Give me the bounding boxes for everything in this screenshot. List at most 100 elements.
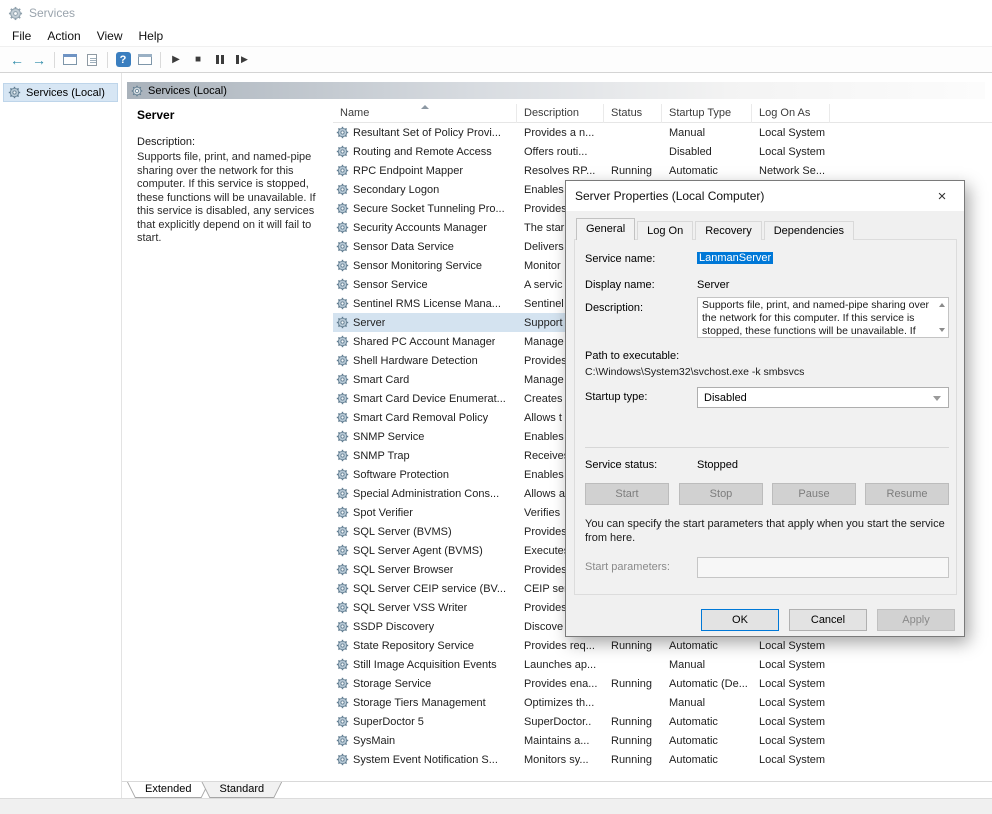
chevron-down-icon (933, 396, 941, 401)
pause-service-icon[interactable] (209, 49, 231, 70)
extended-description-pane: Server Description: Supports file, print… (127, 100, 333, 782)
service-startup-type: Manual (662, 123, 752, 142)
service-status: Running (604, 636, 662, 655)
service-status: Running (604, 712, 662, 731)
service-gear-icon (336, 316, 349, 329)
service-name: Sensor Monitoring Service (353, 260, 482, 272)
column-header-log-on-as[interactable]: Log On As (752, 104, 830, 123)
service-name: SysMain (353, 735, 395, 747)
menu-help[interactable]: Help (131, 27, 172, 45)
service-description: Launches ap... (517, 655, 604, 674)
service-properties-dialog: Server Properties (Local Computer) × Gen… (565, 180, 965, 637)
service-name: Shell Hardware Detection (353, 355, 478, 367)
service-row[interactable]: Routing and Remote Access Offers routi..… (333, 142, 830, 161)
tab-extended[interactable]: Extended (127, 782, 209, 798)
services-node-icon (8, 86, 21, 99)
service-startup-type: Automatic (662, 636, 752, 655)
resume-button: Resume (865, 483, 949, 505)
back-icon[interactable]: ← (6, 49, 28, 70)
scroll-up-icon[interactable] (939, 303, 945, 307)
menu-action[interactable]: Action (39, 27, 88, 45)
service-gear-icon (336, 373, 349, 386)
service-gear-icon (336, 449, 349, 462)
help-icon[interactable]: ? (112, 49, 134, 70)
service-row[interactable]: RPC Endpoint Mapper Resolves RP... Runni… (333, 161, 830, 180)
dialog-titlebar[interactable]: Server Properties (Local Computer) (566, 181, 964, 211)
service-status (604, 693, 662, 712)
properties-icon[interactable] (134, 49, 156, 70)
service-name: Smart Card (353, 374, 409, 386)
service-row[interactable]: Resultant Set of Policy Provi... Provide… (333, 123, 830, 142)
service-log-on-as: Local System (752, 123, 830, 142)
toolbar-separator (160, 52, 161, 68)
service-gear-icon (336, 145, 349, 158)
service-row[interactable]: SysMain Maintains a... Running Automatic… (333, 731, 830, 750)
service-startup-type: Manual (662, 693, 752, 712)
sort-indicator-icon (421, 105, 429, 109)
close-icon[interactable]: × (921, 182, 963, 210)
group-separator (585, 447, 949, 448)
cancel-button[interactable]: Cancel (789, 609, 867, 631)
scroll-down-icon[interactable] (939, 328, 945, 332)
column-header-startup-type[interactable]: Startup Type (662, 104, 752, 123)
service-description: Maintains a... (517, 731, 604, 750)
tab-log-on[interactable]: Log On (637, 221, 693, 240)
menu-file[interactable]: File (4, 27, 39, 45)
service-name: Storage Service (353, 678, 431, 690)
dialog-description-box[interactable]: Supports file, print, and named-pipe sha… (697, 297, 949, 338)
description-text: Supports file, print, and named-pipe sha… (137, 151, 327, 246)
startup-type-dropdown[interactable]: Disabled (697, 387, 949, 408)
display-name-value: Server (697, 279, 729, 291)
service-name: Shared PC Account Manager (353, 336, 495, 348)
window-titlebar[interactable]: Services (0, 0, 992, 26)
ok-button[interactable]: OK (701, 609, 779, 631)
view-tabs: Extended Standard (127, 782, 274, 798)
service-gear-icon (336, 297, 349, 310)
tab-general[interactable]: General (576, 218, 635, 240)
selected-service-title: Server (137, 108, 323, 122)
services-header-icon (131, 85, 143, 97)
service-row[interactable]: Storage Service Provides ena... Running … (333, 674, 830, 693)
show-console-tree-icon[interactable] (59, 49, 81, 70)
forward-icon[interactable]: → (28, 49, 50, 70)
service-row[interactable]: Storage Tiers Management Optimizes th...… (333, 693, 830, 712)
column-header-description[interactable]: Description (517, 104, 604, 123)
column-header-status[interactable]: Status (604, 104, 662, 123)
services-app-icon (8, 6, 23, 21)
service-name: Smart Card Device Enumerat... (353, 393, 506, 405)
dialog-footer: OK Cancel Apply (566, 609, 955, 633)
service-name: SQL Server CEIP service (BV... (353, 583, 506, 595)
window-title: Services (29, 6, 75, 20)
start-service-icon[interactable]: ▶ (165, 49, 187, 70)
service-row[interactable]: System Event Notification S... Monitors … (333, 750, 830, 769)
service-gear-icon (336, 696, 349, 709)
service-row[interactable]: State Repository Service Provides req...… (333, 636, 830, 655)
stop-service-icon[interactable]: ■ (187, 49, 209, 70)
service-startup-type: Disabled (662, 142, 752, 161)
restart-service-icon[interactable]: ▶ (231, 49, 253, 70)
service-gear-icon (336, 601, 349, 614)
service-gear-icon (336, 658, 349, 671)
menu-view[interactable]: View (89, 27, 131, 45)
service-gear-icon (336, 487, 349, 500)
apply-button: Apply (877, 609, 955, 631)
column-header-name[interactable]: Name (333, 104, 517, 123)
service-gear-icon (336, 582, 349, 595)
tab-standard[interactable]: Standard (201, 782, 282, 798)
service-gear-icon (336, 525, 349, 538)
export-list-icon[interactable] (81, 49, 103, 70)
service-log-on-as: Local System (752, 674, 830, 693)
tab-recovery[interactable]: Recovery (695, 221, 761, 240)
service-gear-icon (336, 202, 349, 215)
service-log-on-as: Local System (752, 655, 830, 674)
sidebar-item-services-local[interactable]: Services (Local) (3, 83, 118, 102)
service-gear-icon (336, 335, 349, 348)
service-name: SQL Server Browser (353, 564, 453, 576)
service-name: SuperDoctor 5 (353, 716, 424, 728)
dialog-description-text: Supports file, print, and named-pipe sha… (702, 299, 929, 338)
tab-dependencies[interactable]: Dependencies (764, 221, 854, 240)
service-log-on-as: Local System (752, 693, 830, 712)
service-row[interactable]: Still Image Acquisition Events Launches … (333, 655, 830, 674)
service-row[interactable]: SuperDoctor 5 SuperDoctor.. Running Auto… (333, 712, 830, 731)
service-gear-icon (336, 468, 349, 481)
